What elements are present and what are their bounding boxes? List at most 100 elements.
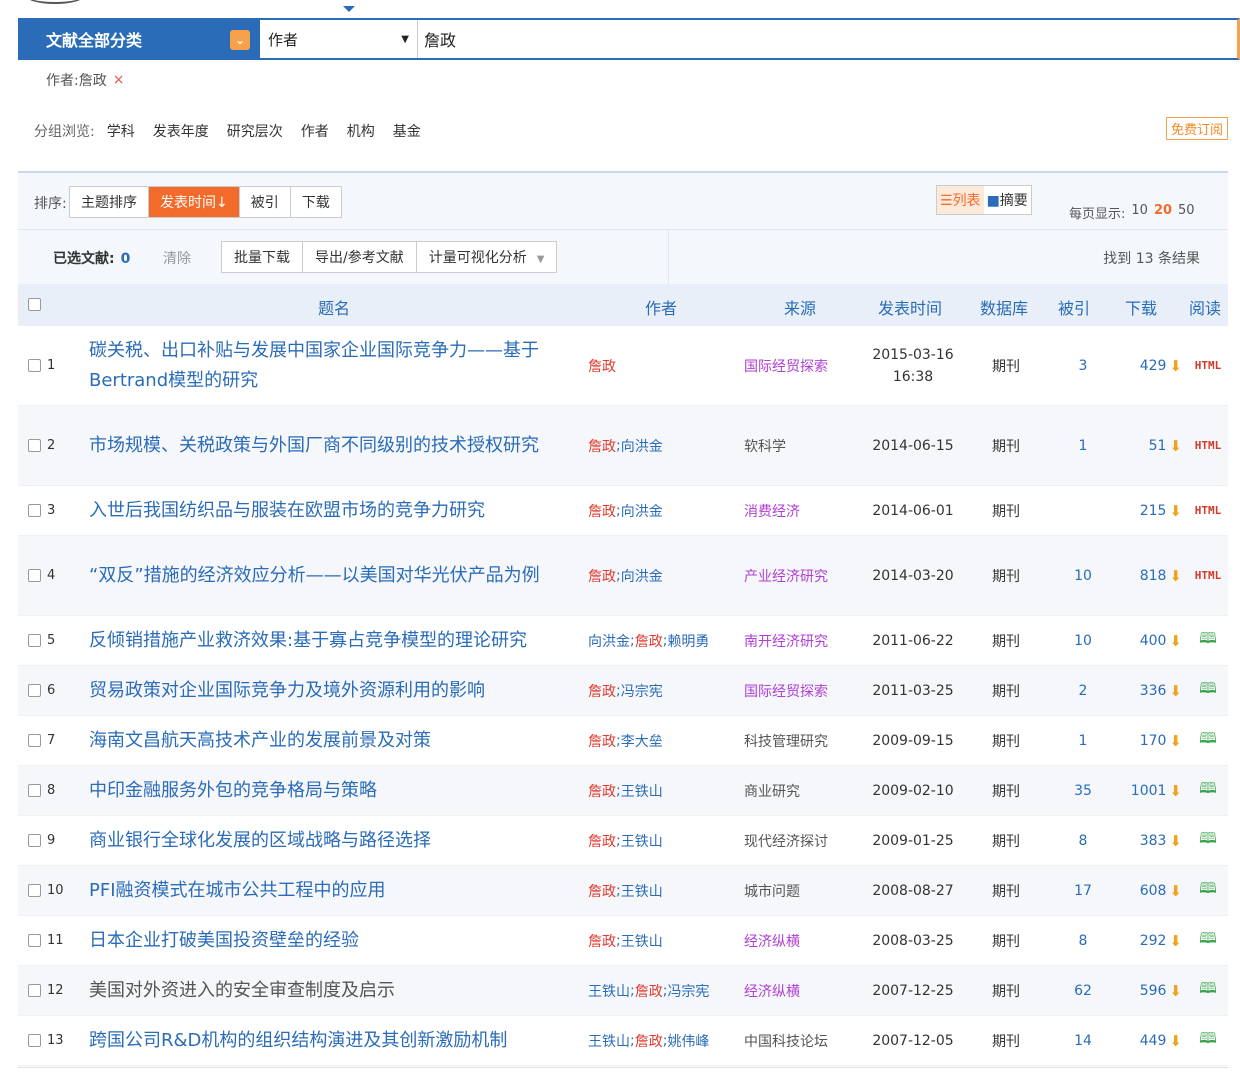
group-author[interactable]: 作者 — [301, 121, 329, 141]
download-icon[interactable]: ⬇ — [1169, 437, 1182, 455]
source-link[interactable]: 消费经济 — [744, 486, 854, 535]
article-title-link[interactable]: 日本企业打破美国投资壁垒的经验 — [89, 916, 579, 965]
export-button[interactable]: 导出/参考文献 — [303, 242, 417, 272]
row-checkbox[interactable] — [28, 439, 41, 452]
article-title-link[interactable]: 碳关税、出口补贴与发展中国家企业国际竞争力——基于Bertrand模型的研究 — [89, 326, 579, 405]
row-checkbox[interactable] — [28, 569, 41, 582]
download-icon[interactable]: ⬇ — [1169, 567, 1182, 585]
batch-download-button[interactable]: 批量下载 — [222, 242, 303, 272]
cite-count-link[interactable]: 3 — [1063, 326, 1103, 405]
cite-count-link[interactable]: 14 — [1063, 1016, 1103, 1065]
download-icon[interactable]: ⬇ — [1169, 982, 1182, 1000]
html-icon[interactable]: HTML — [1195, 439, 1222, 452]
download-icon[interactable]: ⬇ — [1169, 502, 1182, 520]
download-icon[interactable]: ⬇ — [1169, 682, 1182, 700]
book-icon[interactable]: 🕮 — [1199, 928, 1217, 953]
author-link[interactable]: 詹政 — [588, 356, 616, 376]
row-checkbox[interactable] — [28, 504, 41, 517]
sort-topic-button[interactable]: 主题排序 — [70, 187, 149, 217]
author-link[interactable]: 詹政 — [635, 631, 663, 651]
download-icon[interactable]: ⬇ — [1169, 832, 1182, 850]
header-title[interactable]: 题名 — [318, 295, 350, 319]
article-title-link[interactable]: 市场规模、关税政策与外国厂商不同级别的技术授权研究 — [89, 406, 579, 485]
row-checkbox[interactable] — [28, 684, 41, 697]
header-cite[interactable]: 被引 — [1058, 295, 1090, 319]
header-author[interactable]: 作者 — [645, 295, 677, 319]
sort-download-button[interactable]: 下载 — [291, 187, 341, 217]
cite-count-link[interactable]: 10 — [1063, 616, 1103, 665]
book-icon[interactable]: 🕮 — [1199, 978, 1217, 1003]
book-icon[interactable]: 🕮 — [1199, 1028, 1217, 1053]
select-all-checkbox[interactable] — [28, 298, 41, 311]
book-icon[interactable]: 🕮 — [1199, 678, 1217, 703]
header-date[interactable]: 发表时间 — [878, 295, 942, 319]
article-title-link[interactable]: “双反”措施的经济效应分析——以美国对华光伏产品为例 — [89, 536, 579, 615]
cite-count-link[interactable]: 8 — [1063, 816, 1103, 865]
book-icon[interactable]: 🕮 — [1199, 778, 1217, 803]
author-link[interactable]: 詹政 — [588, 881, 616, 901]
author-link[interactable]: 詹政 — [635, 981, 663, 1001]
per-page-10[interactable]: 10 — [1131, 203, 1148, 222]
sort-date-button[interactable]: 发表时间↓ — [149, 187, 240, 217]
source-link[interactable]: 商业研究 — [744, 766, 854, 815]
group-subject[interactable]: 学科 — [107, 121, 135, 141]
row-checkbox[interactable] — [28, 934, 41, 947]
source-link[interactable]: 南开经济研究 — [744, 616, 854, 665]
article-title-link[interactable]: 跨国公司R&D机构的组织结构演进及其创新激励机制 — [89, 1016, 579, 1065]
source-link[interactable]: 国际经贸探索 — [744, 666, 854, 715]
article-title-link[interactable]: 美国对外资进入的安全审查制度及启示 — [89, 966, 579, 1015]
per-page-50[interactable]: 50 — [1178, 203, 1195, 222]
search-input[interactable]: 詹政 — [418, 20, 1237, 58]
author-link[interactable]: 向洪金 — [621, 501, 663, 521]
author-link[interactable]: 王铁山 — [588, 1031, 630, 1051]
row-checkbox[interactable] — [28, 984, 41, 997]
field-select[interactable]: 作者 ▼ — [260, 20, 418, 58]
close-icon[interactable]: × — [113, 72, 125, 88]
book-icon[interactable]: 🕮 — [1199, 878, 1217, 903]
cite-count-link[interactable]: 62 — [1063, 966, 1103, 1015]
cite-count-link[interactable]: 17 — [1063, 866, 1103, 915]
per-page-20[interactable]: 20 — [1154, 203, 1172, 222]
author-link[interactable]: 向洪金 — [588, 631, 630, 651]
author-link[interactable]: 王铁山 — [621, 881, 663, 901]
book-icon[interactable]: 🕮 — [1199, 828, 1217, 853]
source-link[interactable]: 经济纵横 — [744, 916, 854, 965]
article-title-link[interactable]: 反倾销措施产业救济效果:基于寡占竞争模型的理论研究 — [89, 616, 579, 665]
cite-count-link[interactable]: 1 — [1063, 716, 1103, 765]
view-list-button[interactable]: ☰列表 — [937, 186, 984, 214]
download-icon[interactable]: ⬇ — [1169, 932, 1182, 950]
author-link[interactable]: 向洪金 — [621, 566, 663, 586]
author-link[interactable]: 姚伟峰 — [667, 1031, 709, 1051]
download-icon[interactable]: ⬇ — [1169, 882, 1182, 900]
source-link[interactable]: 软科学 — [744, 406, 854, 485]
author-link[interactable]: 王铁山 — [588, 981, 630, 1001]
article-title-link[interactable]: PFI融资模式在城市公共工程中的应用 — [89, 866, 579, 915]
article-title-link[interactable]: 商业银行全球化发展的区域战略与路径选择 — [89, 816, 579, 865]
row-checkbox[interactable] — [28, 1034, 41, 1047]
cite-count-link[interactable]: 1 — [1063, 406, 1103, 485]
download-icon[interactable]: ⬇ — [1169, 782, 1182, 800]
group-level[interactable]: 研究层次 — [227, 121, 283, 141]
download-icon[interactable]: ⬇ — [1169, 1032, 1182, 1050]
author-link[interactable]: 王铁山 — [621, 831, 663, 851]
subscribe-button[interactable]: 免费订阅 — [1165, 117, 1228, 140]
author-link[interactable]: 詹政 — [588, 931, 616, 951]
download-icon[interactable]: ⬇ — [1169, 632, 1182, 650]
author-link[interactable]: 冯宗宪 — [667, 981, 709, 1001]
article-title-link[interactable]: 入世后我国纺织品与服装在欧盟市场的竞争力研究 — [89, 486, 579, 535]
row-checkbox[interactable] — [28, 884, 41, 897]
author-link[interactable]: 王铁山 — [621, 781, 663, 801]
header-db[interactable]: 数据库 — [980, 295, 1028, 319]
cite-count-link[interactable]: 8 — [1063, 916, 1103, 965]
header-read[interactable]: 阅读 — [1189, 295, 1221, 319]
header-source[interactable]: 来源 — [784, 295, 816, 319]
author-link[interactable]: 李大垒 — [621, 731, 663, 751]
cite-count-link[interactable]: 35 — [1063, 766, 1103, 815]
author-link[interactable]: 詹政 — [588, 731, 616, 751]
view-abstract-button[interactable]: ■摘要 — [984, 186, 1031, 214]
group-year[interactable]: 发表年度 — [153, 121, 209, 141]
row-checkbox[interactable] — [28, 834, 41, 847]
book-icon[interactable]: 🕮 — [1199, 628, 1217, 653]
author-link[interactable]: 向洪金 — [621, 436, 663, 456]
source-link[interactable]: 中国科技论坛 — [744, 1016, 854, 1065]
